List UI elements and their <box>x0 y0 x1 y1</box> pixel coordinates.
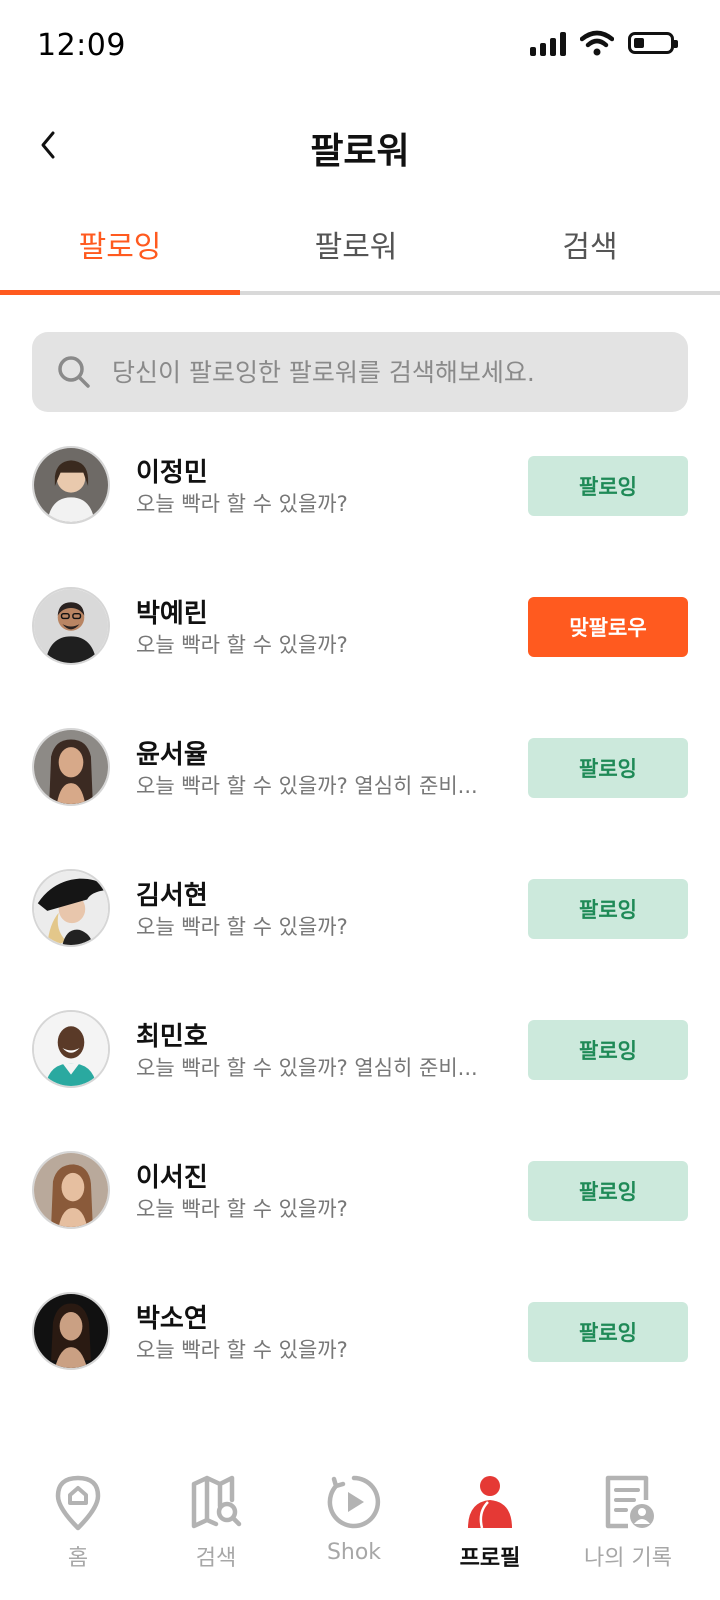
tab-active-indicator <box>0 290 240 295</box>
nav-label: 홈 <box>67 1546 89 1571</box>
user-status: 오늘 빡라 할 수 있을까? 열심히 준비... <box>136 774 478 798</box>
list-item[interactable]: 박소연 오늘 빡라 할 수 있을까? 팔로잉 <box>0 1278 720 1398</box>
user-name: 이정민 <box>136 458 208 488</box>
list-item[interactable]: 이정민 오늘 빡라 할 수 있을까? 팔로잉 <box>0 432 720 552</box>
avatar[interactable] <box>32 1010 110 1088</box>
nav-profile[interactable]: 프로필 <box>418 1472 562 1592</box>
user-name: 김서현 <box>136 881 208 911</box>
status-time: 12:09 <box>37 28 126 63</box>
home-pin-icon <box>55 1475 101 1531</box>
user-name: 박예린 <box>136 599 208 629</box>
user-name: 이서진 <box>136 1163 208 1193</box>
tab-search[interactable]: 검색 <box>470 222 710 266</box>
search-bar[interactable] <box>32 332 688 412</box>
following-button[interactable]: 팔로잉 <box>528 1161 688 1221</box>
nav-label: Shok <box>326 1540 382 1565</box>
tab-bar: 팔로잉 팔로워 검색 <box>0 200 720 298</box>
user-status: 오늘 빡라 할 수 있을까? <box>136 633 348 657</box>
nav-my-records[interactable]: 나의 기록 <box>556 1472 700 1592</box>
avatar[interactable] <box>32 728 110 806</box>
avatar[interactable] <box>32 446 110 524</box>
follow-back-button[interactable]: 맞팔로우 <box>528 597 688 657</box>
map-search-icon <box>191 1475 242 1529</box>
user-status: 오늘 빡라 할 수 있을까? <box>136 915 348 939</box>
search-input[interactable] <box>110 356 674 388</box>
following-button[interactable]: 팔로잉 <box>528 456 688 516</box>
user-status: 오늘 빡라 할 수 있을까? <box>136 492 348 516</box>
list-item[interactable]: 박예린 오늘 빡라 할 수 있을까? 맞팔로우 <box>0 573 720 693</box>
page-title: 팔로워 <box>310 131 410 172</box>
following-button[interactable]: 팔로잉 <box>528 879 688 939</box>
search-icon <box>58 356 90 388</box>
record-icon <box>605 1475 654 1529</box>
profile-icon <box>468 1476 512 1529</box>
nav-search[interactable]: 검색 <box>144 1472 288 1592</box>
nav-label: 나의 기록 <box>584 1546 672 1571</box>
signal-icon <box>530 30 566 56</box>
user-status: 오늘 빡라 할 수 있을까? 열심히 준비... <box>136 1056 478 1080</box>
avatar[interactable] <box>32 869 110 947</box>
battery-level <box>634 38 644 48</box>
following-button[interactable]: 팔로잉 <box>528 1302 688 1362</box>
list-item[interactable]: 김서현 오늘 빡라 할 수 있을까? 팔로잉 <box>0 855 720 975</box>
wifi-icon <box>580 30 614 56</box>
play-circle-icon <box>327 1475 381 1529</box>
status-icons <box>530 30 678 56</box>
status-bar: 12:09 <box>0 0 720 96</box>
user-status: 오늘 빡라 할 수 있을까? <box>136 1338 348 1362</box>
nav-home[interactable]: 홈 <box>6 1472 150 1592</box>
user-name: 최민호 <box>136 1022 208 1052</box>
tab-following[interactable]: 팔로잉 <box>0 222 240 266</box>
bottom-nav: 홈 검색 Shok 프로필 나의 기록 <box>0 1460 720 1600</box>
avatar[interactable] <box>32 587 110 665</box>
user-name: 박소연 <box>136 1304 208 1334</box>
avatar[interactable] <box>32 1292 110 1370</box>
following-button[interactable]: 팔로잉 <box>528 738 688 798</box>
tab-followers[interactable]: 팔로워 <box>236 222 476 266</box>
user-status: 오늘 빡라 할 수 있을까? <box>136 1197 348 1221</box>
header: 팔로워 <box>0 100 720 190</box>
list-item[interactable]: 이서진 오늘 빡라 할 수 있을까? 팔로잉 <box>0 1137 720 1257</box>
avatar[interactable] <box>32 1151 110 1229</box>
nav-shok[interactable]: Shok <box>282 1472 426 1592</box>
list-item[interactable]: 윤서율 오늘 빡라 할 수 있을까? 열심히 준비... 팔로잉 <box>0 714 720 834</box>
battery-icon <box>628 32 678 54</box>
list-item[interactable]: 최민호 오늘 빡라 할 수 있을까? 열심히 준비... 팔로잉 <box>0 996 720 1116</box>
nav-label: 프로필 <box>459 1546 521 1571</box>
nav-label: 검색 <box>195 1546 237 1571</box>
user-name: 윤서율 <box>136 740 208 770</box>
following-button[interactable]: 팔로잉 <box>528 1020 688 1080</box>
